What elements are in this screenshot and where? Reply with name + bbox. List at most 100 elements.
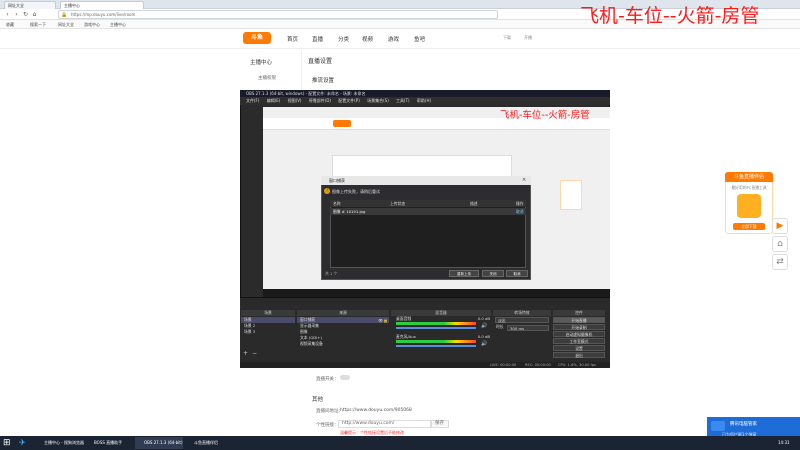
custom-link-input[interactable]: http://www.douyu.com/: [338, 420, 431, 428]
room-url-label: 直播间地址：: [316, 409, 343, 414]
live-icon[interactable]: ▶: [772, 218, 788, 234]
taskbar-bird-icon[interactable]: ✈: [19, 438, 29, 448]
header-start-live[interactable]: 开播: [524, 35, 532, 41]
menu-edit[interactable]: 编辑(E): [267, 98, 281, 103]
menu-tools[interactable]: 工具(T): [396, 98, 410, 103]
reupload-button[interactable]: 重新上传: [449, 270, 479, 277]
obs-title-bar: OBS 27.1.3 (64-bit, windows) - 配置文件: 未命名…: [240, 90, 610, 97]
speaker-icon[interactable]: 🔊: [481, 341, 487, 347]
header-name: 名称: [333, 201, 341, 206]
volume-slider[interactable]: [396, 345, 476, 347]
nav-live[interactable]: 直播: [312, 35, 323, 43]
preview-scrollbar[interactable]: [263, 289, 610, 297]
nav-game[interactable]: 游戏: [388, 35, 399, 43]
douyu-logo[interactable]: 斗鱼: [243, 32, 271, 44]
sources-dock-title: 来源: [297, 310, 389, 316]
sidebar-item-permission[interactable]: 主播权限: [258, 75, 276, 81]
tab-home[interactable]: 网址大全: [4, 1, 56, 9]
menu-profile[interactable]: 配置文件(P): [338, 98, 360, 103]
address-bar[interactable]: https://mp.douyu.com/live/room: [58, 10, 498, 19]
save-link-button[interactable]: 保存: [431, 420, 449, 428]
reload-icon[interactable]: ↻: [22, 11, 29, 18]
home-side-icon[interactable]: ⌂: [772, 236, 788, 252]
menu-scene-collection[interactable]: 场景集合(S): [367, 98, 389, 103]
source-item[interactable]: 视频采集设备: [297, 341, 389, 347]
nav-video[interactable]: 视频: [362, 35, 373, 43]
room-url[interactable]: https://www.douyu.com/905068: [340, 408, 412, 413]
dialog-count: 共 1 个: [325, 271, 338, 276]
forward-icon[interactable]: ›: [13, 11, 20, 18]
menu-help[interactable]: 帮助(H): [417, 98, 431, 103]
clock: 14:31: [778, 440, 790, 445]
taskbar-browser[interactable]: 主播中心 - 搜狗浏览器: [35, 437, 84, 449]
bookmark-item[interactable]: 主播中心: [110, 21, 126, 28]
add-scene-icon[interactable]: +: [243, 350, 248, 357]
controls-dock-title: 控件: [553, 310, 605, 316]
menu-file[interactable]: 文件(F): [246, 98, 259, 103]
promo-download-button[interactable]: 立即下载: [733, 223, 765, 230]
app-logo-icon: [711, 421, 725, 431]
start-recording-button[interactable]: 开始录制: [553, 324, 605, 330]
virtual-camera-button[interactable]: 启动虚拟摄像机: [553, 331, 605, 337]
custom-link-label: 个性链接：: [316, 423, 339, 428]
table-header: 名称 上传状态 描述 操作: [330, 200, 526, 207]
tab-anchor-center[interactable]: 主播中心: [60, 1, 144, 9]
preview-content: [332, 155, 512, 177]
close-icon[interactable]: ×: [522, 177, 526, 183]
remove-scene-icon[interactable]: −: [252, 350, 257, 357]
taskbar-boss[interactable]: BOSS 直播助手: [85, 437, 133, 449]
header-download[interactable]: 下载: [503, 35, 511, 41]
lock-icon: 🔒: [61, 12, 68, 18]
obs-menu-bar: 文件(F) 编辑(E) 视图(V) 停靠部件(D) 配置文件(P) 场景集合(S…: [240, 97, 610, 105]
site-header: [0, 29, 800, 49]
bookmark-item[interactable]: 游戏中心: [84, 21, 100, 28]
lock-source-icon[interactable]: 🔒: [383, 318, 388, 323]
bookmark-item[interactable]: 搜索一下: [30, 21, 46, 28]
header-desc: 描述: [470, 201, 478, 206]
cancel-button[interactable]: 取消: [506, 270, 528, 277]
promo-title: 斗鱼直播伴侣: [725, 172, 773, 182]
audio-meter: [396, 340, 476, 343]
transition-select[interactable]: 淡出: [495, 317, 549, 323]
table-row[interactable]: 图像 # 10191.jpg 取消: [330, 208, 526, 215]
back-icon[interactable]: ‹: [4, 11, 11, 18]
scene-item[interactable]: 场景 3: [241, 329, 295, 335]
menu-view[interactable]: 视图(V): [288, 98, 302, 103]
live-timer: LIVE: 00:00:00: [490, 363, 517, 367]
nav-home[interactable]: 首页: [287, 35, 298, 43]
preview-promo: [560, 180, 582, 210]
speaker-icon[interactable]: 🔊: [481, 323, 487, 329]
preview-logo: [333, 120, 351, 127]
scenes-dock-title: 场景: [241, 310, 295, 316]
live-toggle[interactable]: [340, 375, 350, 380]
nav-fishbar[interactable]: 鱼吧: [414, 35, 425, 43]
close-button[interactable]: 关闭: [482, 270, 504, 277]
rec-timer: REC: 00:00:00: [525, 363, 551, 367]
taskbar-douyu[interactable]: 斗鱼直播伴侣: [185, 437, 233, 449]
dialog-message: 图像上传失败，请稍后重试: [332, 189, 380, 194]
promo-app-icon: [737, 194, 761, 218]
duration-input[interactable]: 300 ms: [507, 325, 549, 331]
row-cancel[interactable]: 取消: [516, 208, 524, 215]
exit-button[interactable]: 退出: [553, 352, 605, 358]
settings-button[interactable]: 设置: [553, 345, 605, 351]
share-icon[interactable]: ⇄: [772, 254, 788, 270]
tab-label: 网址大全: [8, 3, 24, 8]
tab-label: 主播中心: [64, 3, 80, 8]
nav-category[interactable]: 分类: [338, 35, 349, 43]
windows-start-icon[interactable]: ⊞: [3, 438, 13, 448]
bookmark-item[interactable]: 收藏: [6, 21, 14, 28]
taskbar-obs[interactable]: OBS 27.1.3 (64-bit): [135, 437, 183, 449]
bookmark-item[interactable]: 网址大全: [58, 21, 74, 28]
menu-docks[interactable]: 停靠部件(D): [309, 98, 331, 103]
header-action: 操作: [516, 201, 524, 206]
home-icon[interactable]: ⌂: [31, 11, 38, 18]
obs-status-bar: LIVE: 00:00:00 REC: 00:00:00 CPU: 1.6%, …: [240, 362, 610, 368]
studio-mode-button[interactable]: 工作室模式: [553, 338, 605, 344]
section-other-title: 其他: [312, 397, 324, 403]
dialog-title: 窗口捕获: [321, 176, 531, 185]
start-streaming-button[interactable]: 开始直播: [553, 317, 605, 323]
cpu-stats: CPU: 1.6%, 30.00 fps: [558, 363, 596, 367]
volume-slider[interactable]: [396, 327, 476, 329]
preview-overlay-text: 飞机-车位--火箭-房管: [500, 110, 590, 121]
